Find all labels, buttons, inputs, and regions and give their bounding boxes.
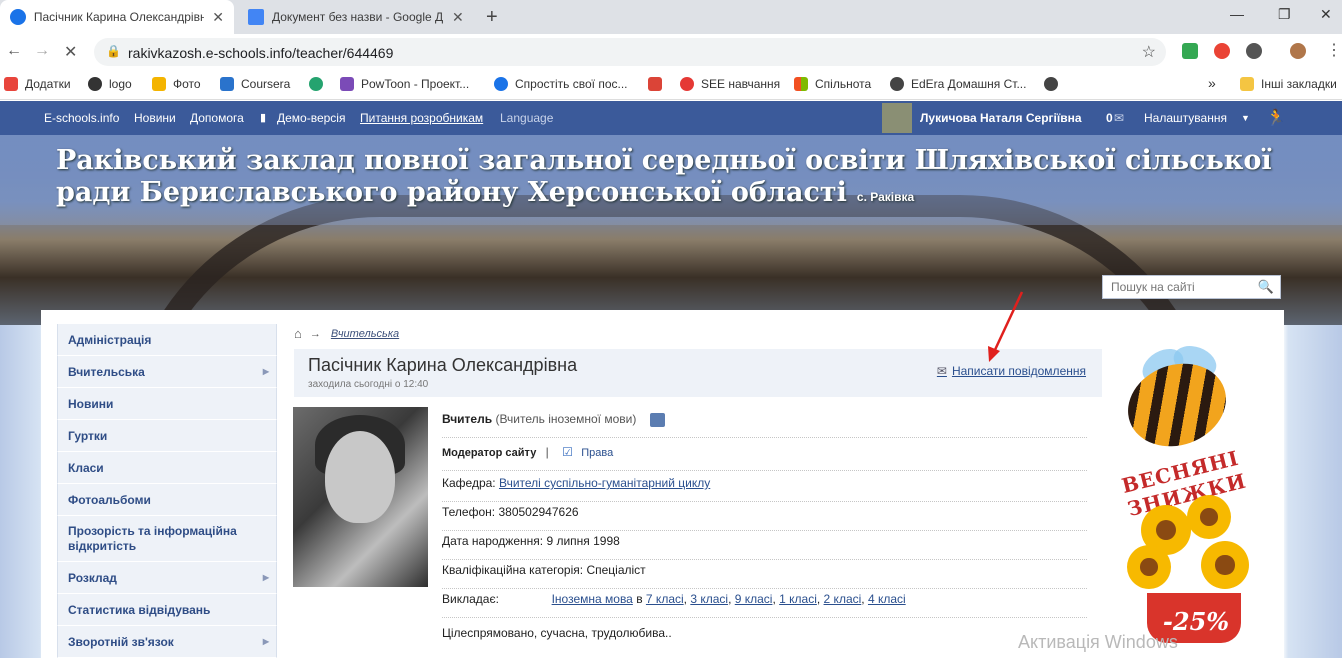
birth-value: 9 липня 1998: [546, 534, 620, 548]
spring-sale-ad[interactable]: ВЕСНЯНІ ЗНИЖКИ -25%: [1117, 345, 1267, 658]
bee-image: [1117, 350, 1238, 460]
rights-check-icon: ☑: [562, 445, 573, 459]
role-row: Вчитель (Вчитель іноземної мови): [442, 412, 1087, 438]
class-link[interactable]: 4 класі: [868, 592, 906, 606]
department-link[interactable]: Вчителі суспільно-гуманітарний циклу: [499, 476, 710, 490]
category-row: Кваліфікаційна категорія: Спеціаліст: [442, 563, 1087, 589]
rights-link[interactable]: Права: [581, 447, 613, 459]
class-link[interactable]: 1 класі: [779, 592, 817, 606]
windows-activation-watermark: Активація Windows: [1018, 632, 1178, 652]
teacher-photo: [293, 407, 428, 587]
subject-link[interactable]: Іноземна мова: [552, 592, 633, 606]
class-link[interactable]: 3 класі: [690, 592, 728, 606]
role: Вчитель: [442, 412, 493, 426]
phone-value: 380502947626: [498, 505, 579, 519]
phone-row: Телефон: 380502947626: [442, 505, 1087, 531]
class-link[interactable]: 7 класі: [646, 592, 684, 606]
class-link[interactable]: 2 класі: [824, 592, 862, 606]
category-value: Спеціаліст: [586, 563, 646, 577]
teaches-row: Викладає: Іноземна мова в 7 класі, 3 кла…: [442, 592, 1087, 618]
motto: Цілеспрямовано, сучасна, трудолюбива..: [442, 626, 672, 640]
profile-card-icon[interactable]: [649, 412, 665, 427]
class-link[interactable]: 9 класі: [735, 592, 773, 606]
moderator-label: Модератор сайту: [442, 447, 537, 459]
moderator-row: Модератор сайту | ☑ Права: [442, 445, 1087, 471]
role-detail: (Вчитель іноземної мови): [495, 412, 637, 426]
birth-row: Дата народження: 9 липня 1998: [442, 534, 1087, 560]
department-row: Кафедра: Вчителі суспільно-гуманітарний …: [442, 476, 1087, 502]
